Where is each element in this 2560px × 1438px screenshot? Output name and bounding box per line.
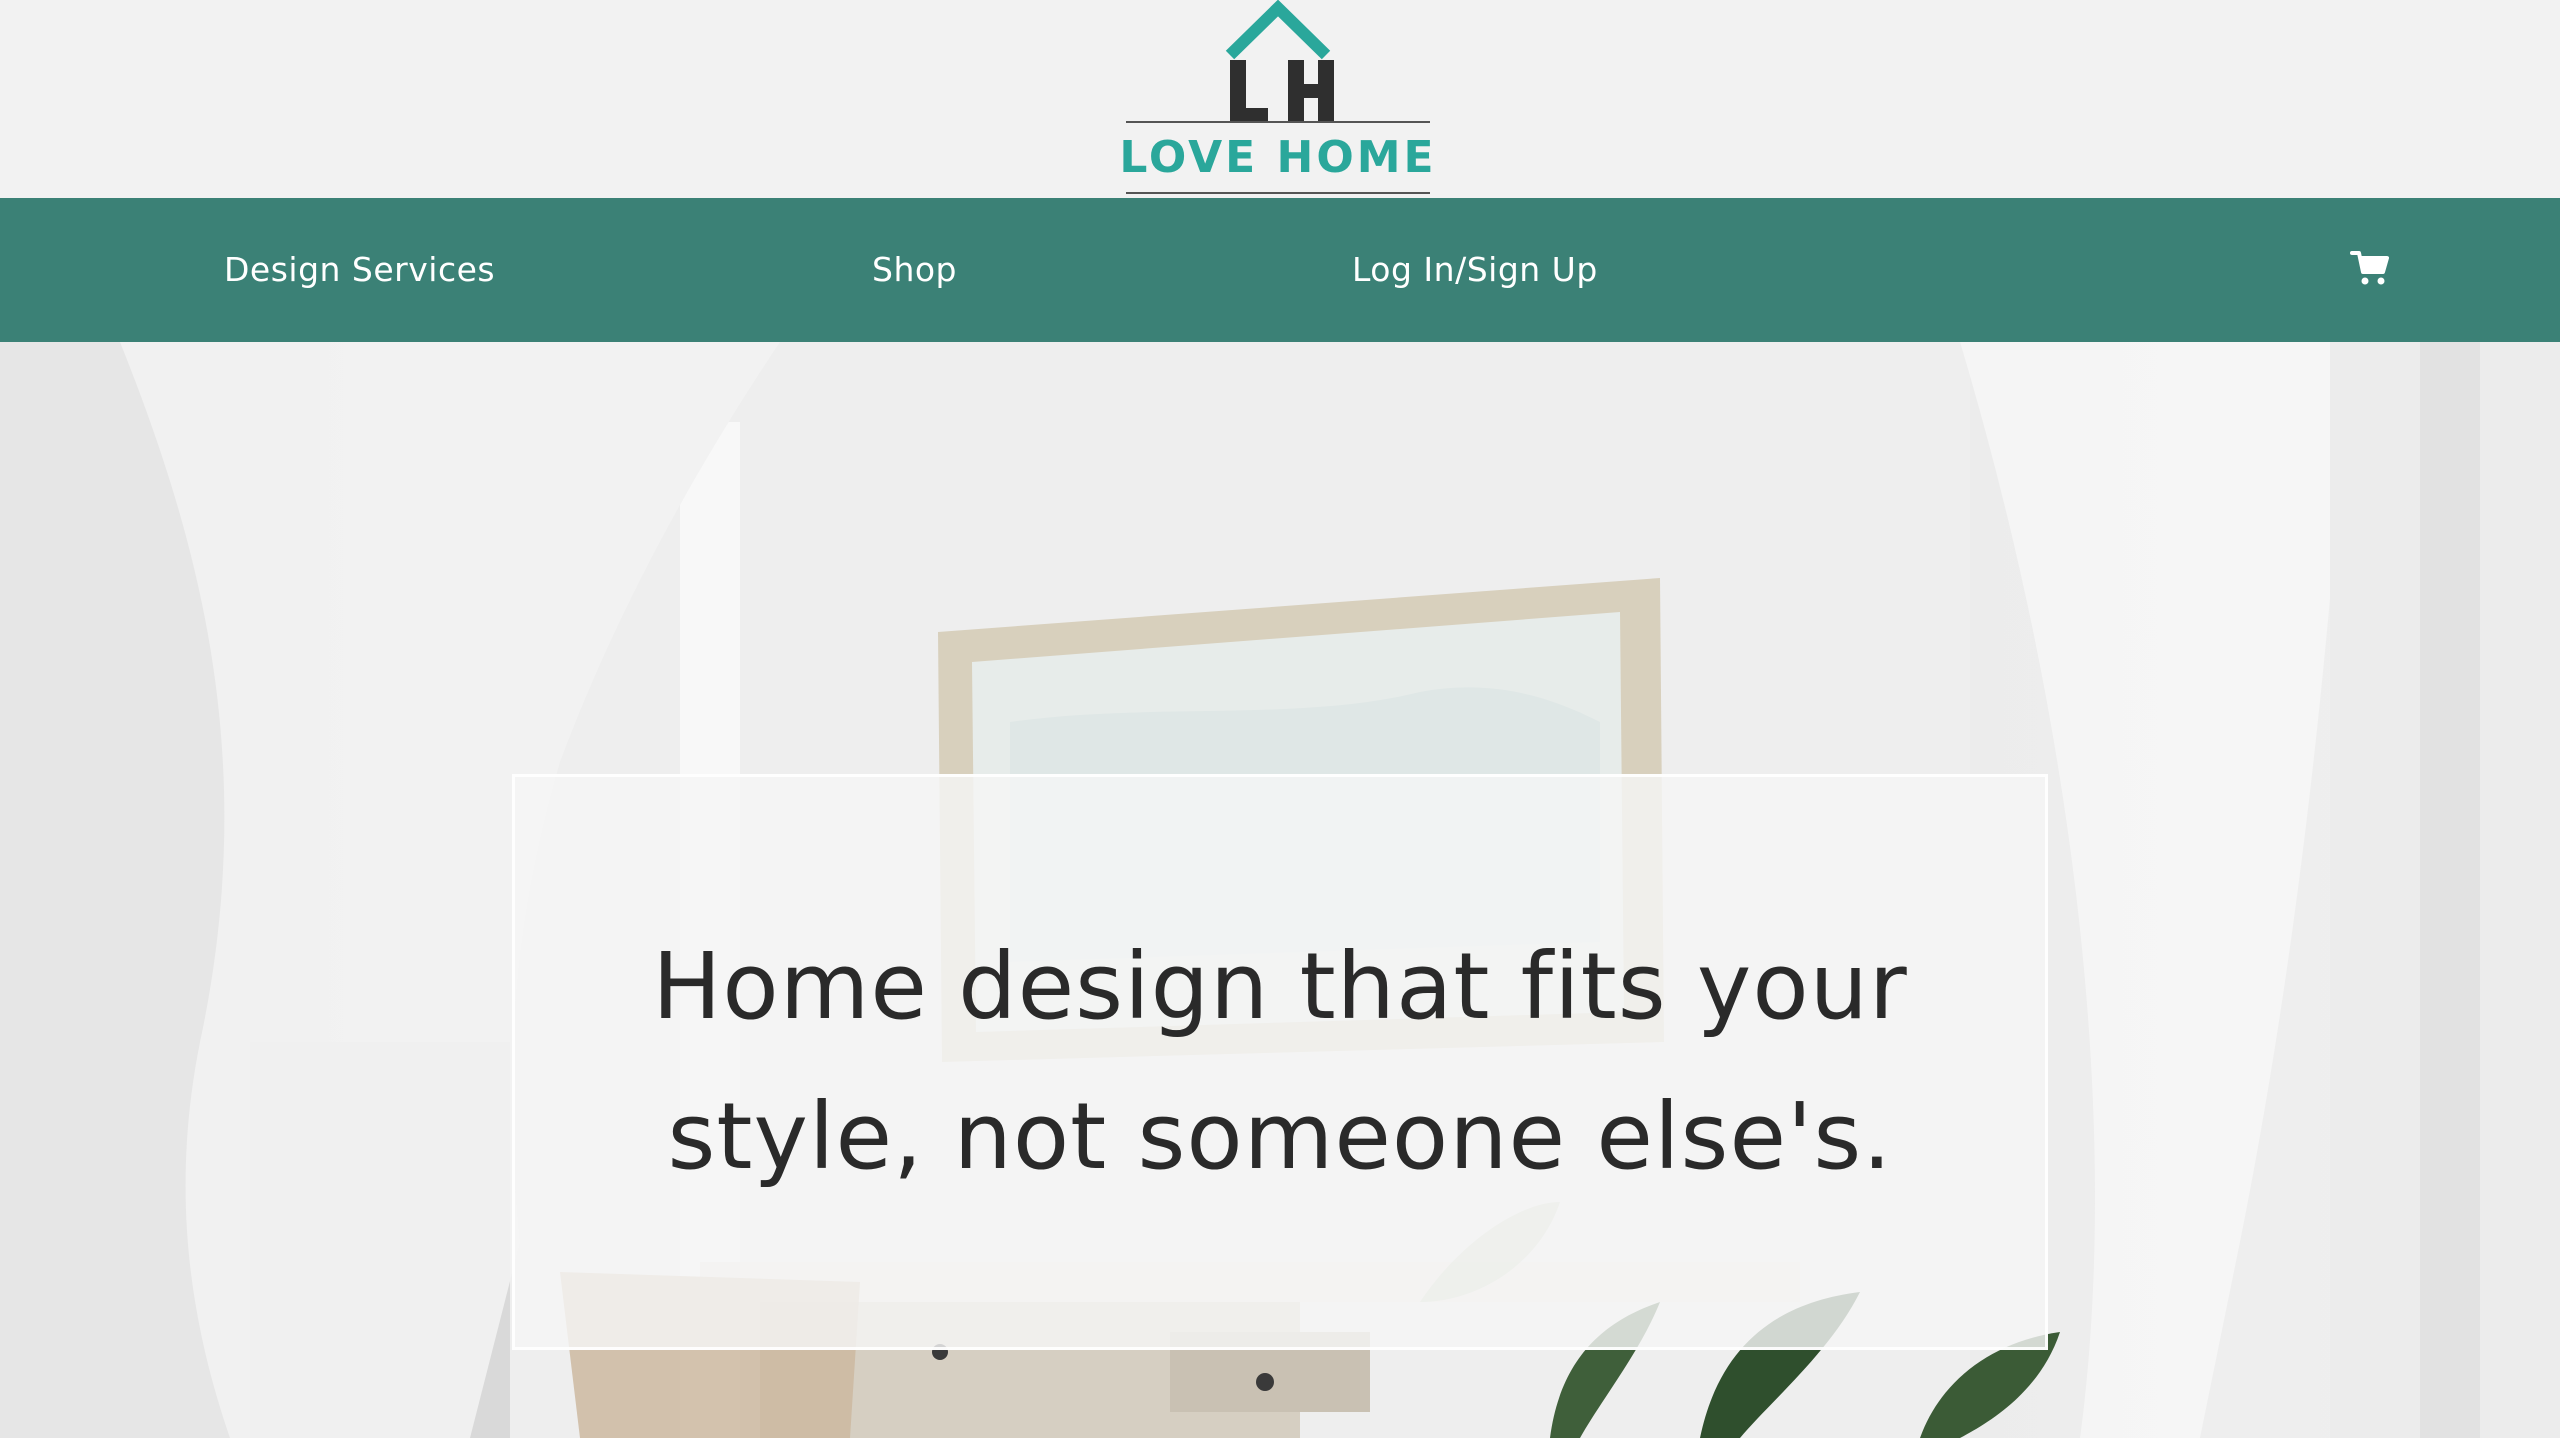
hero-text-box: Home design that fits your style, not so… [512, 774, 2048, 1350]
nav-design-services[interactable]: Design Services [224, 198, 495, 342]
main-navigation: Design Services Shop Log In/Sign Up [0, 198, 2560, 342]
love-home-logo[interactable]: LOVE HOME [1118, 0, 1438, 198]
nav-shop[interactable]: Shop [872, 198, 957, 342]
hero-section: Home design that fits your style, not so… [0, 342, 2560, 1438]
brand-name: LOVE HOME [1119, 132, 1436, 183]
nav-login-signup[interactable]: Log In/Sign Up [1352, 198, 1598, 342]
site-header: LOVE HOME [0, 0, 2560, 198]
cart-icon[interactable] [2350, 248, 2390, 288]
hero-headline: Home design that fits your style, not so… [652, 933, 1908, 1190]
